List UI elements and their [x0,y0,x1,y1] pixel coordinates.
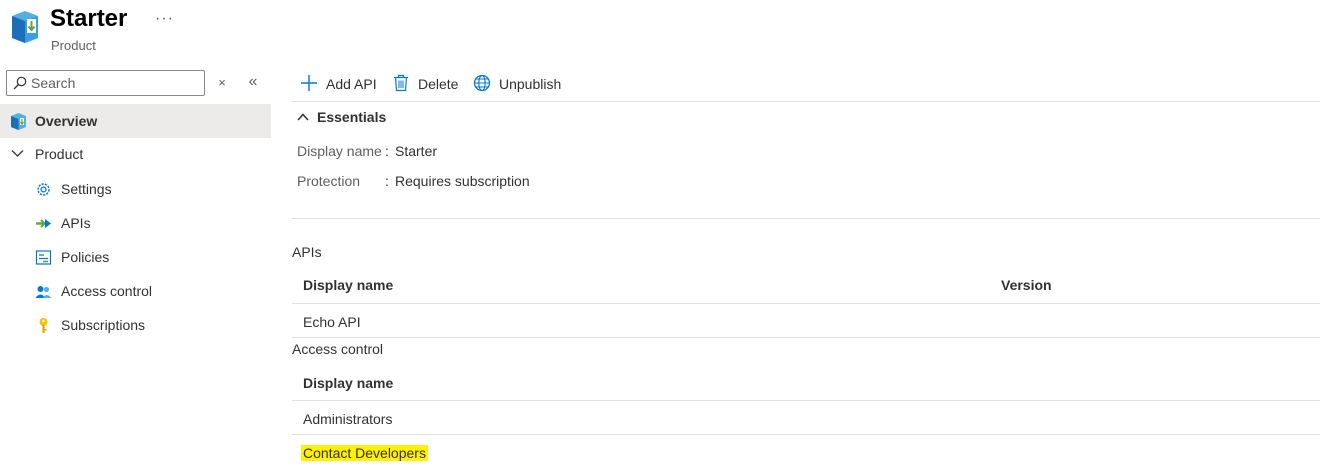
sidebar-item-label: Overview [35,113,98,129]
sidebar-item-label: Access control [61,283,153,299]
add-api-label: Add API [326,76,377,92]
people-icon [35,286,52,298]
gear-icon [37,183,50,196]
access-control-section-title: Access control [292,341,384,357]
essentials-value: Requires subscription [395,173,530,189]
more-options-button[interactable]: ··· [155,10,174,28]
sidebar-item-policies[interactable]: Policies [0,240,271,274]
access-header-divider [292,400,1320,401]
essentials-key: Protection [297,173,361,189]
add-api-button[interactable]: Add API [300,74,378,94]
apis-row-name[interactable]: Echo API [303,314,361,330]
trash-icon [394,74,408,92]
key-icon [39,318,48,333]
apis-header-divider [292,303,1320,304]
search-icon [13,76,27,90]
essentials-divider [292,218,1320,219]
unpublish-button[interactable]: Unpublish [473,74,565,94]
search-input[interactable] [31,73,201,93]
apis-section-title: APIs [292,244,322,260]
sidebar-item-subscriptions[interactable]: Subscriptions [0,308,271,342]
access-row-name[interactable]: Contact Developers [301,445,428,461]
command-bar: Add API Delete Unpublish [292,66,1320,102]
access-row-name[interactable]: Administrators [303,411,392,427]
overview-icon [11,113,26,130]
api-icon [36,219,51,228]
collapse-sidebar-button[interactable]: « [245,73,261,91]
delete-label: Delete [418,76,459,92]
product-icon [12,11,38,43]
sidebar-item-apis[interactable]: APIs [0,206,271,240]
chevron-down-icon [11,150,24,157]
sidebar-item-overview[interactable]: Overview [0,104,271,138]
sidebar-item-label: APIs [61,215,91,231]
access-column-header-display-name: Display name [303,375,394,391]
sidebar-item-label: Policies [61,249,110,265]
clear-search-button[interactable]: × [215,75,229,91]
globe-icon [473,74,491,92]
essentials-value: Starter [395,143,438,159]
search-box[interactable] [6,70,205,96]
sidebar-item-settings[interactable]: Settings [0,172,271,206]
access-row-divider [292,434,1320,435]
highlighted-text: Contact Developers [301,445,428,461]
essentials-colon: : [385,173,389,189]
apis-column-header-display-name: Display name [303,277,394,293]
page-title: Starter [50,5,128,32]
policies-icon [35,250,52,265]
page-header: Starter Product ··· [0,0,1320,62]
page-subtitle: Product [51,38,96,53]
chevron-up-icon [297,113,309,121]
essentials-colon: : [385,143,389,159]
apis-row-divider [292,337,1320,338]
essentials-heading: Essentials [317,109,387,125]
sidebar-item-label: Subscriptions [61,317,146,333]
essentials-key: Display name [297,143,382,159]
apis-column-header-version: Version [1001,277,1052,293]
sidebar-item-label: Product [35,146,84,162]
sidebar-group-product[interactable]: Product [0,137,271,171]
delete-button[interactable]: Delete [392,74,462,94]
sidebar-item-access-control[interactable]: Access control [0,274,271,308]
sidebar-item-label: Settings [61,181,112,197]
unpublish-label: Unpublish [499,76,562,92]
plus-icon [301,75,317,91]
